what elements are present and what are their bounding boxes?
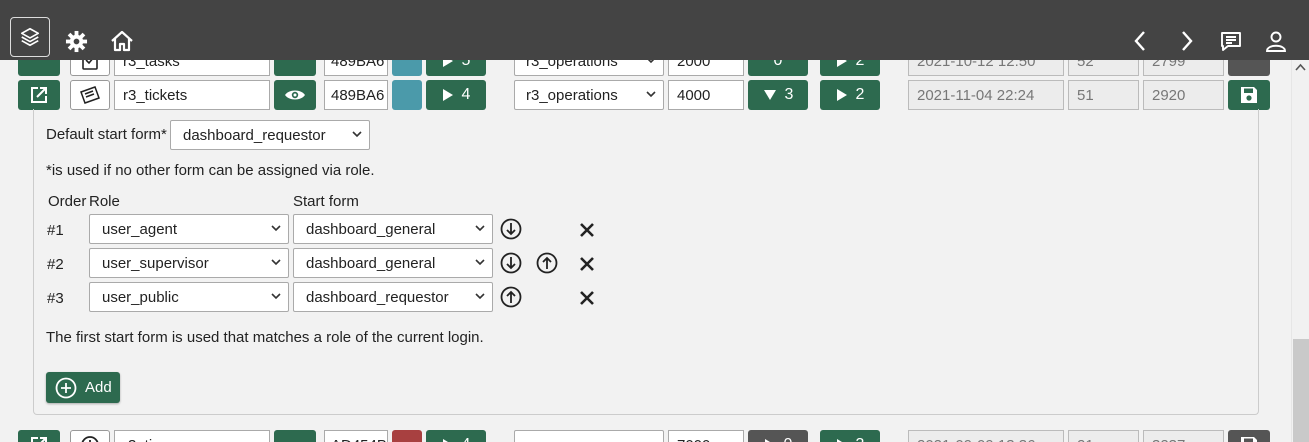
main-content: r3_tasks 489BA6 5 r3_operations 2000 0 2…: [0, 60, 1291, 442]
parent-module-select[interactable]: r3_operations: [514, 80, 664, 110]
move-up-icon[interactable]: [536, 252, 558, 274]
default-form-note: *is used if no other form can be assigne…: [46, 162, 375, 179]
start-form-select[interactable]: dashboard_general: [293, 214, 493, 244]
number-field: 2799: [1143, 60, 1224, 76]
feedback-icon[interactable]: [1218, 28, 1244, 54]
number-field: 2920: [1143, 80, 1224, 110]
vertical-scrollbar[interactable]: [1291, 60, 1309, 442]
order-number: #2: [47, 256, 64, 273]
play-button[interactable]: 2: [820, 80, 880, 110]
position-input[interactable]: 4000: [668, 80, 744, 110]
open-external-icon[interactable]: [18, 80, 60, 110]
play-button[interactable]: 5: [426, 60, 486, 76]
position-input[interactable]: 2000: [668, 60, 744, 76]
role-header: Role: [89, 193, 120, 210]
number-field: 52: [1068, 60, 1139, 76]
move-down-icon[interactable]: [500, 218, 522, 240]
date-field: 2021-10-12 12:50: [908, 60, 1064, 76]
start-form-header: Start form: [293, 193, 359, 210]
top-bar: [0, 0, 1309, 60]
remove-icon[interactable]: [579, 290, 595, 306]
role-select[interactable]: user_public: [89, 282, 289, 312]
order-header: Order: [48, 193, 87, 210]
role-select[interactable]: user_agent: [89, 214, 289, 244]
default-start-form-label: Default start form*: [46, 126, 167, 143]
user-icon[interactable]: [1263, 28, 1289, 54]
number-field: 3237: [1143, 430, 1224, 442]
save-icon[interactable]: [1228, 80, 1270, 110]
layers-icon[interactable]: [10, 17, 50, 57]
start-form-select[interactable]: dashboard_general: [293, 248, 493, 278]
color-swatch[interactable]: [392, 430, 422, 442]
start-form-select[interactable]: dashboard_requestor: [293, 282, 493, 312]
module-name-input[interactable]: r3_tasks: [114, 60, 270, 76]
eye-icon[interactable]: [274, 60, 316, 76]
table-row: r3_tasks 489BA6 5 r3_operations 2000 0 2…: [0, 60, 1291, 76]
module-name-input[interactable]: r3_time: [114, 430, 270, 442]
role-select[interactable]: user_supervisor: [89, 248, 289, 278]
play-button[interactable]: 4: [426, 430, 486, 442]
add-button[interactable]: Add: [46, 372, 120, 403]
position-input[interactable]: 7000: [668, 430, 744, 442]
number-field: 51: [1068, 80, 1139, 110]
order-number: #1: [47, 222, 64, 239]
scroll-up-icon[interactable]: [1295, 63, 1306, 71]
table-row: r3_tickets 489BA6 4 r3_operations 4000 3…: [0, 80, 1291, 110]
save-icon[interactable]: [1228, 60, 1270, 76]
default-start-form-select[interactable]: dashboard_requestor: [170, 120, 370, 150]
play-button[interactable]: 2: [820, 60, 880, 76]
eye-icon[interactable]: [274, 80, 316, 110]
gear-icon[interactable]: [64, 29, 88, 53]
remove-icon[interactable]: [579, 222, 595, 238]
save-icon[interactable]: [1228, 430, 1270, 442]
play-button[interactable]: 4: [426, 80, 486, 110]
chevron-right-icon[interactable]: [1176, 29, 1198, 53]
open-icon[interactable]: [18, 60, 60, 76]
chevron-left-icon[interactable]: [1129, 29, 1151, 53]
eye-icon[interactable]: [274, 430, 316, 442]
module-name-input[interactable]: r3_tickets: [114, 80, 270, 110]
table-row: r3_time AD454B 4 7000 0 3 2021-09-09 13:…: [0, 430, 1291, 442]
order-number: #3: [47, 290, 64, 307]
open-external-icon[interactable]: [18, 430, 60, 442]
remove-icon[interactable]: [579, 256, 595, 272]
module-id-input[interactable]: AD454B: [324, 430, 388, 442]
parent-module-select[interactable]: [514, 430, 664, 442]
number-field: 21: [1068, 430, 1139, 442]
clock-icon[interactable]: [70, 430, 110, 442]
ticket-icon[interactable]: [70, 80, 110, 110]
move-up-icon[interactable]: [500, 286, 522, 308]
date-field: 2021-11-04 22:24: [908, 80, 1064, 110]
footer-note: The first start form is used that matche…: [46, 329, 484, 346]
expand-button[interactable]: 0: [748, 430, 808, 442]
scrollbar-thumb[interactable]: [1293, 339, 1309, 442]
home-icon[interactable]: [109, 28, 135, 54]
checklist-icon[interactable]: [70, 60, 110, 76]
add-button-label: Add: [85, 379, 112, 396]
module-id-input[interactable]: 489BA6: [324, 60, 388, 76]
module-id-input[interactable]: 489BA6: [324, 80, 388, 110]
plus-circle-icon: [55, 377, 77, 398]
parent-module-select[interactable]: r3_operations: [514, 60, 664, 76]
play-button[interactable]: 3: [820, 430, 880, 442]
color-swatch[interactable]: [392, 60, 422, 76]
date-field: 2021-09-09 13:36: [908, 430, 1064, 442]
expand-button[interactable]: 0: [748, 60, 808, 76]
expand-button[interactable]: 3: [748, 80, 808, 110]
color-swatch[interactable]: [392, 80, 422, 110]
move-down-icon[interactable]: [500, 252, 522, 274]
